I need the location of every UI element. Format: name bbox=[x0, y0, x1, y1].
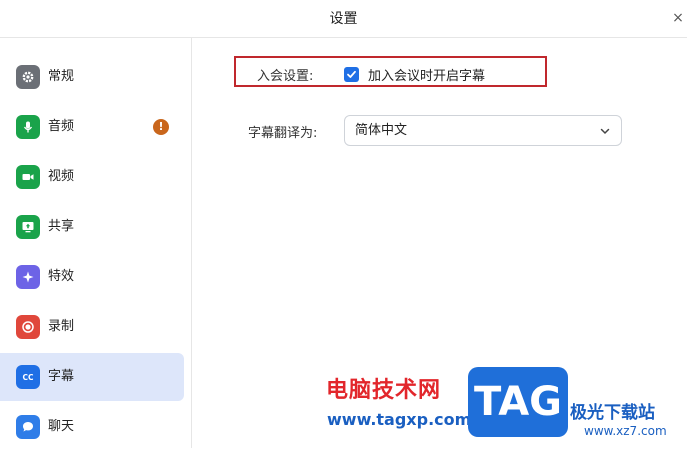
sidebar-item-recording[interactable]: 录制 bbox=[0, 303, 184, 351]
checkmark-icon bbox=[347, 70, 356, 78]
sidebar-item-captions[interactable]: CC 字幕 bbox=[0, 353, 184, 401]
select-value: 简体中文 bbox=[355, 123, 408, 138]
warning-badge: ! bbox=[153, 119, 169, 135]
watermark-site-url: www.xz7.com bbox=[584, 424, 667, 438]
effects-icon bbox=[16, 265, 40, 289]
sidebar-item-video[interactable]: 视频 bbox=[0, 153, 184, 201]
sidebar-item-label: 录制 bbox=[48, 319, 75, 334]
record-icon bbox=[16, 315, 40, 339]
video-camera-icon bbox=[16, 165, 40, 189]
sidebar-item-label: 音频 bbox=[48, 119, 75, 134]
sidebar-item-audio[interactable]: 音频 ! bbox=[0, 103, 184, 151]
watermark-title: 电脑技术网 bbox=[326, 378, 442, 403]
sidebar-item-general[interactable]: 常规 bbox=[0, 53, 184, 101]
sidebar-item-label: 字幕 bbox=[48, 369, 75, 384]
sidebar-item-label: 视频 bbox=[48, 169, 75, 184]
share-screen-icon bbox=[16, 215, 40, 239]
sidebar-item-chat[interactable]: 聊天 bbox=[0, 403, 184, 451]
close-button[interactable]: × bbox=[671, 0, 685, 38]
sidebar-item-share[interactable]: 共享 bbox=[0, 203, 184, 251]
watermark-logo: TAG bbox=[468, 367, 568, 437]
join-setting-label: 入会设置: bbox=[257, 69, 314, 84]
cc-icon: CC bbox=[16, 365, 40, 389]
svg-text:CC: CC bbox=[22, 373, 34, 382]
watermark-url: www.tagxp.com bbox=[327, 410, 472, 429]
sidebar-item-label: 特效 bbox=[48, 269, 75, 284]
sidebar: 常规 音频 ! 视频 共享 特效 录制 CC 字幕 聊天 bbox=[0, 38, 192, 448]
captions-on-join-checkbox[interactable] bbox=[344, 67, 359, 82]
chat-icon bbox=[16, 415, 40, 439]
translate-label: 字幕翻译为: bbox=[248, 126, 318, 141]
chevron-down-icon bbox=[600, 128, 610, 135]
microphone-icon bbox=[16, 115, 40, 139]
gear-icon bbox=[16, 65, 40, 89]
sidebar-item-label: 聊天 bbox=[48, 419, 75, 434]
watermark-site-name: 极光下载站 bbox=[570, 403, 655, 423]
sidebar-item-label: 常规 bbox=[48, 69, 75, 84]
captions-on-join-label[interactable]: 加入会议时开启字幕 bbox=[368, 65, 485, 84]
translation-language-select[interactable]: 简体中文 bbox=[344, 115, 622, 146]
sidebar-item-effects[interactable]: 特效 bbox=[0, 253, 184, 301]
title-bar: 设置 × bbox=[0, 0, 687, 38]
sidebar-item-label: 共享 bbox=[48, 219, 75, 234]
window-title: 设置 bbox=[329, 11, 358, 27]
